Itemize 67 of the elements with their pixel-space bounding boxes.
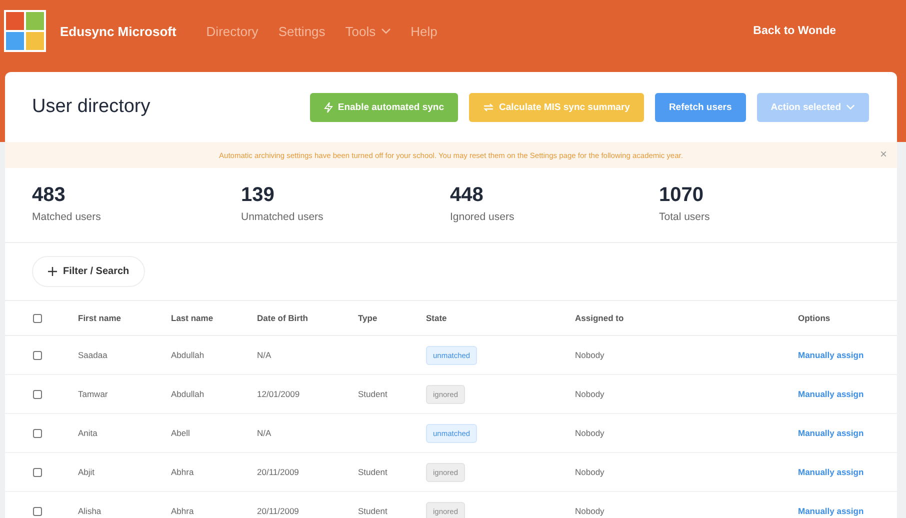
first-name-cell: Saadaa [78, 350, 108, 360]
column-header: Date of Birth [257, 313, 308, 323]
manually-assign-link[interactable]: Manually assign [798, 506, 864, 516]
column-header: State [426, 313, 447, 323]
assigned-to-cell: Nobody [575, 506, 604, 516]
caret-icon [846, 104, 855, 110]
stat-value: 139 [241, 184, 276, 207]
first-name-cell: Tamwar [78, 389, 108, 399]
sync-icon [482, 102, 494, 112]
manually-assign-link[interactable]: Manually assign [798, 428, 864, 438]
last-name-cell: Abhra [171, 506, 194, 516]
first-name-cell: Alisha [78, 506, 102, 516]
date-of-birth-cell: N/A [257, 428, 272, 438]
nav-link[interactable]: Directory [206, 24, 258, 38]
column-header: First name [78, 313, 121, 323]
type-cell: Student [358, 389, 388, 399]
row-checkbox[interactable] [33, 390, 42, 400]
last-name-cell: Abdullah [171, 389, 204, 399]
last-name-cell: Abdullah [171, 350, 204, 360]
column-header: Assigned to [575, 313, 624, 323]
action-button[interactable]: Enable automated sync [310, 92, 458, 122]
stat-label: Ignored users [450, 211, 516, 223]
plus-icon [48, 267, 57, 276]
action-button[interactable]: Calculate MIS sync summary [468, 92, 644, 122]
date-of-birth-cell: 12/01/2009 [257, 389, 300, 399]
stat-label: Total users [659, 211, 711, 223]
app-name: Edusync Microsoft [60, 24, 176, 38]
page-title: User directory [32, 96, 150, 118]
assigned-to-cell: Nobody [575, 428, 604, 438]
lightning-icon [324, 102, 333, 112]
row-checkbox[interactable] [33, 507, 42, 516]
back-link[interactable]: Back to Wonde [753, 25, 836, 37]
last-name-cell: Abell [171, 428, 190, 438]
row-checkbox[interactable] [33, 351, 42, 360]
assigned-to-cell: Nobody [575, 350, 604, 360]
manually-assign-link[interactable]: Manually assign [798, 467, 864, 477]
nav-link[interactable]: Settings [278, 24, 326, 38]
column-header: Type [358, 313, 378, 323]
stat-label: Unmatched users [241, 211, 324, 223]
date-of-birth-cell: 20/11/2009 [257, 506, 299, 516]
nav-link[interactable]: Tools [345, 24, 391, 38]
column-header: Options [798, 313, 830, 323]
manually-assign-link[interactable]: Manually assign [798, 389, 864, 399]
date-of-birth-cell: 20/11/2009 [257, 467, 299, 477]
assigned-to-cell: Nobody [575, 467, 604, 477]
column-header: Last name [171, 313, 214, 323]
select-all-checkbox[interactable] [33, 314, 42, 324]
caret-icon [380, 28, 391, 34]
date-of-birth-cell: N/A [257, 350, 272, 360]
action-button[interactable]: Refetch users [654, 92, 746, 122]
manually-assign-link[interactable]: Manually assign [798, 350, 864, 360]
close-button[interactable]: × [880, 148, 887, 160]
stat-value: 1070 [659, 184, 704, 207]
first-name-cell: Anita [78, 428, 98, 438]
row-checkbox[interactable] [33, 429, 42, 438]
four-squares-logo-icon [4, 10, 46, 52]
nav-link[interactable]: Help [410, 24, 438, 38]
stat-value: 483 [32, 184, 66, 207]
type-cell: Student [358, 467, 388, 477]
assigned-to-cell: Nobody [575, 389, 604, 399]
first-name-cell: Abjit [78, 467, 95, 477]
last-name-cell: Abhra [171, 467, 194, 477]
filter-search-button[interactable]: Filter / Search [32, 256, 146, 287]
row-checkbox[interactable] [33, 468, 42, 478]
stat-value: 448 [450, 184, 484, 207]
type-cell: Student [358, 506, 388, 516]
stat-label: Matched users [32, 211, 102, 223]
